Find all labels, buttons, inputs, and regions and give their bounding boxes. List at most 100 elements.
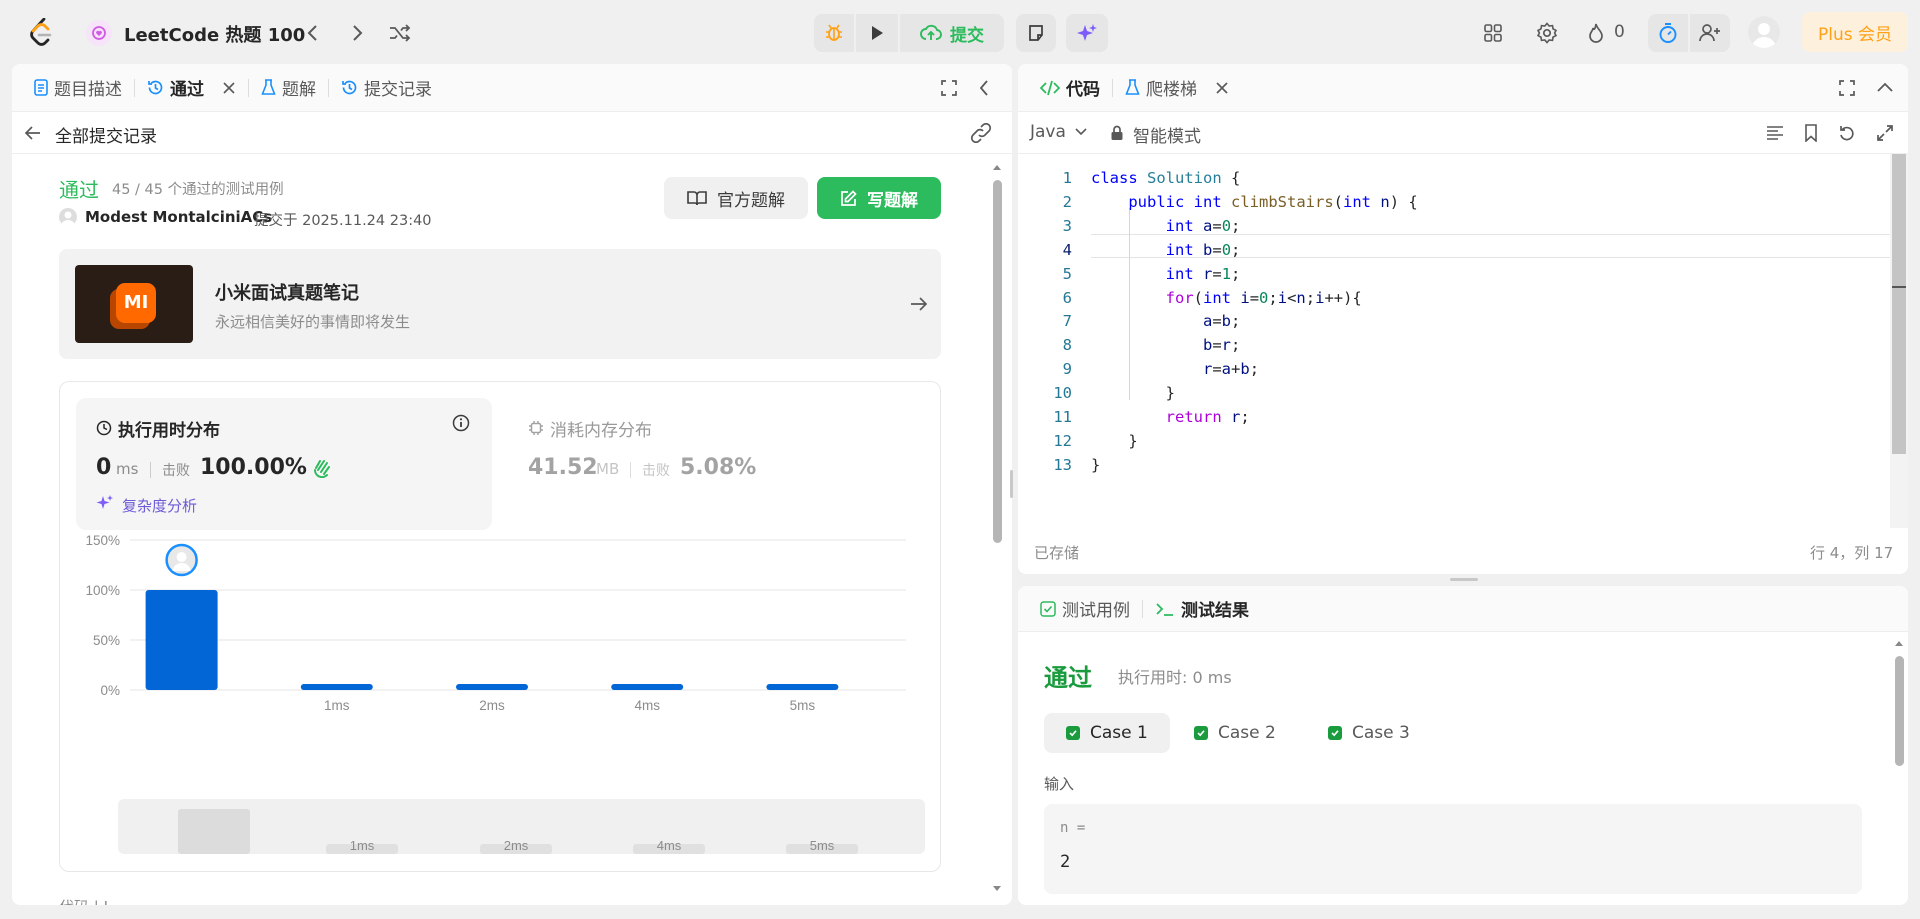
memory-card[interactable]: 消耗内存分布 41.52 MB 击败 5.08% [508,398,924,530]
reset-icon[interactable] [1838,124,1856,142]
streak-flame-icon[interactable] [1584,20,1608,46]
plus-membership-button[interactable]: Plus 会员 [1802,12,1908,52]
flask-icon [1125,79,1140,95]
promo-card[interactable]: MI 小米面试真题笔记 永远相信美好的事情即将发生 [59,249,941,359]
scroll-thumb[interactable] [993,180,1002,543]
code-section-label: 代码 | J [59,896,108,905]
user-avatar[interactable] [1748,16,1780,48]
complexity-analysis-link[interactable]: 复杂度分析 [122,495,197,516]
result-scrollbar[interactable] [1892,636,1906,904]
runtime-unit: ms [116,460,139,478]
language-select[interactable]: Java [1030,122,1088,142]
submit-button[interactable]: 提交 [900,14,1004,52]
collapse-icon[interactable] [978,79,990,97]
overview-label: 4ms [657,838,682,853]
runtime-distribution-chart[interactable]: 150% 100% 50% 0% 1ms 2ms 4ms 5ms [60,530,940,790]
link-icon[interactable] [970,123,992,143]
left-scrollbar[interactable] [990,160,1004,900]
chart-overview-brush[interactable]: 1ms 2ms 4ms 5ms [118,799,925,854]
notes-button[interactable] [1016,14,1056,52]
line-number: 6 [1062,288,1072,307]
invite-button[interactable] [1690,14,1730,52]
prev-problem-icon[interactable] [300,20,326,46]
back-arrow-icon[interactable] [24,124,42,142]
next-problem-icon[interactable] [344,20,370,46]
memory-value: 41.52 [528,455,598,480]
tab-code[interactable]: 代码 [1034,64,1106,112]
format-icon[interactable] [1766,125,1784,141]
maximize-icon[interactable] [940,79,958,97]
document-icon [34,79,48,96]
overview-label: 1ms [350,838,375,853]
code-line: class Solution { [1091,169,1241,187]
line-number: 11 [1053,408,1072,426]
scroll-thumb[interactable] [1895,656,1904,766]
write-solution-button[interactable]: 写题解 [817,177,941,219]
tab-problem[interactable]: 爬楼梯 [1119,64,1235,112]
info-icon[interactable] [452,414,470,432]
ai-assistant-button[interactable] [1066,14,1108,52]
editor-scrollbar[interactable] [1890,154,1908,528]
tab-testcases-label: 测试用例 [1062,601,1130,621]
tab-test-result-label: 测试结果 [1181,601,1249,621]
param-value: 2 [1060,852,1071,872]
input-label: 输入 [1044,775,1075,793]
close-icon [223,81,235,94]
author-name[interactable]: Modest MontalciniACs [85,208,272,226]
promo-subtitle: 永远相信美好的事情即将发生 [215,313,411,331]
tab-solutions[interactable]: 题解 [255,64,322,112]
tab-code-label: 代码 [1066,80,1100,100]
runtime-value: 0 [96,455,112,480]
memory-beats-value: 5.08% [680,455,757,480]
code-line: } [1091,431,1138,450]
code-line: b=r; [1202,336,1241,355]
settings-gear-icon[interactable] [1534,20,1560,46]
code-editor[interactable]: 1 class Solution {2 public int climbStair… [1018,160,1890,490]
stats-card: 执行用时分布 0 ms 击败 100.00% 复杂度分析 消耗内存分布 41.5… [59,381,941,872]
x-tick-label: 5ms [790,698,816,713]
runtime-beats-value: 100.00% [200,455,307,480]
panel-resize-handle[interactable] [1010,470,1013,498]
random-problem-icon[interactable] [386,20,414,46]
tab-testcases[interactable]: 测试用例 [1034,586,1136,633]
smart-mode-label[interactable]: 智能模式 [1133,122,1201,147]
scroll-thumb[interactable] [1892,154,1906,454]
bookmark-icon[interactable] [1804,124,1818,142]
collapse-up-icon[interactable] [1876,81,1894,93]
promo-logo-text: MI [123,292,149,313]
case-1-label: Case 1 [1090,723,1148,743]
run-button[interactable] [856,14,898,52]
debug-button[interactable] [814,14,854,52]
fullscreen-icon[interactable] [1876,124,1894,142]
clock-icon [96,420,112,436]
tab-test-result[interactable]: 测试结果 [1149,586,1255,633]
case-tab-3[interactable]: Case 3 [1306,713,1432,753]
tab-divider [328,78,329,97]
maximize-icon[interactable] [1838,79,1856,97]
layout-icon[interactable] [1480,20,1506,46]
line-number: 9 [1062,360,1072,379]
code-line: int r=1; [1165,264,1241,283]
all-submissions-link[interactable]: 全部提交记录 [55,122,157,147]
terminal-icon [1156,602,1173,616]
code-icon [1040,80,1060,95]
list-title[interactable]: LeetCode 热题 100 [124,21,305,47]
line-number: 3 [1062,216,1072,235]
case-tab-1[interactable]: Case 1 [1044,713,1170,753]
tab-description[interactable]: 题目描述 [28,64,128,112]
official-solution-button[interactable]: 官方题解 [664,177,808,219]
y-tick-label: 50% [93,633,120,648]
runtime-card[interactable]: 执行用时分布 0 ms 击败 100.00% 复杂度分析 [76,398,492,530]
write-solution-label: 写题解 [867,190,918,211]
result-runtime: 执行用时: 0 ms [1118,668,1232,687]
leetcode-logo[interactable] [26,16,56,48]
tab-accepted[interactable]: 通过 [141,64,242,112]
tab-submissions[interactable]: 提交记录 [335,64,438,112]
author-avatar [59,208,77,226]
vertical-resize-handle[interactable] [1450,578,1478,581]
timer-button[interactable] [1648,14,1688,52]
case-tab-2[interactable]: Case 2 [1172,713,1298,753]
y-tick-label: 150% [85,533,120,548]
chart-bar [300,684,373,690]
lock-icon [1110,125,1124,141]
